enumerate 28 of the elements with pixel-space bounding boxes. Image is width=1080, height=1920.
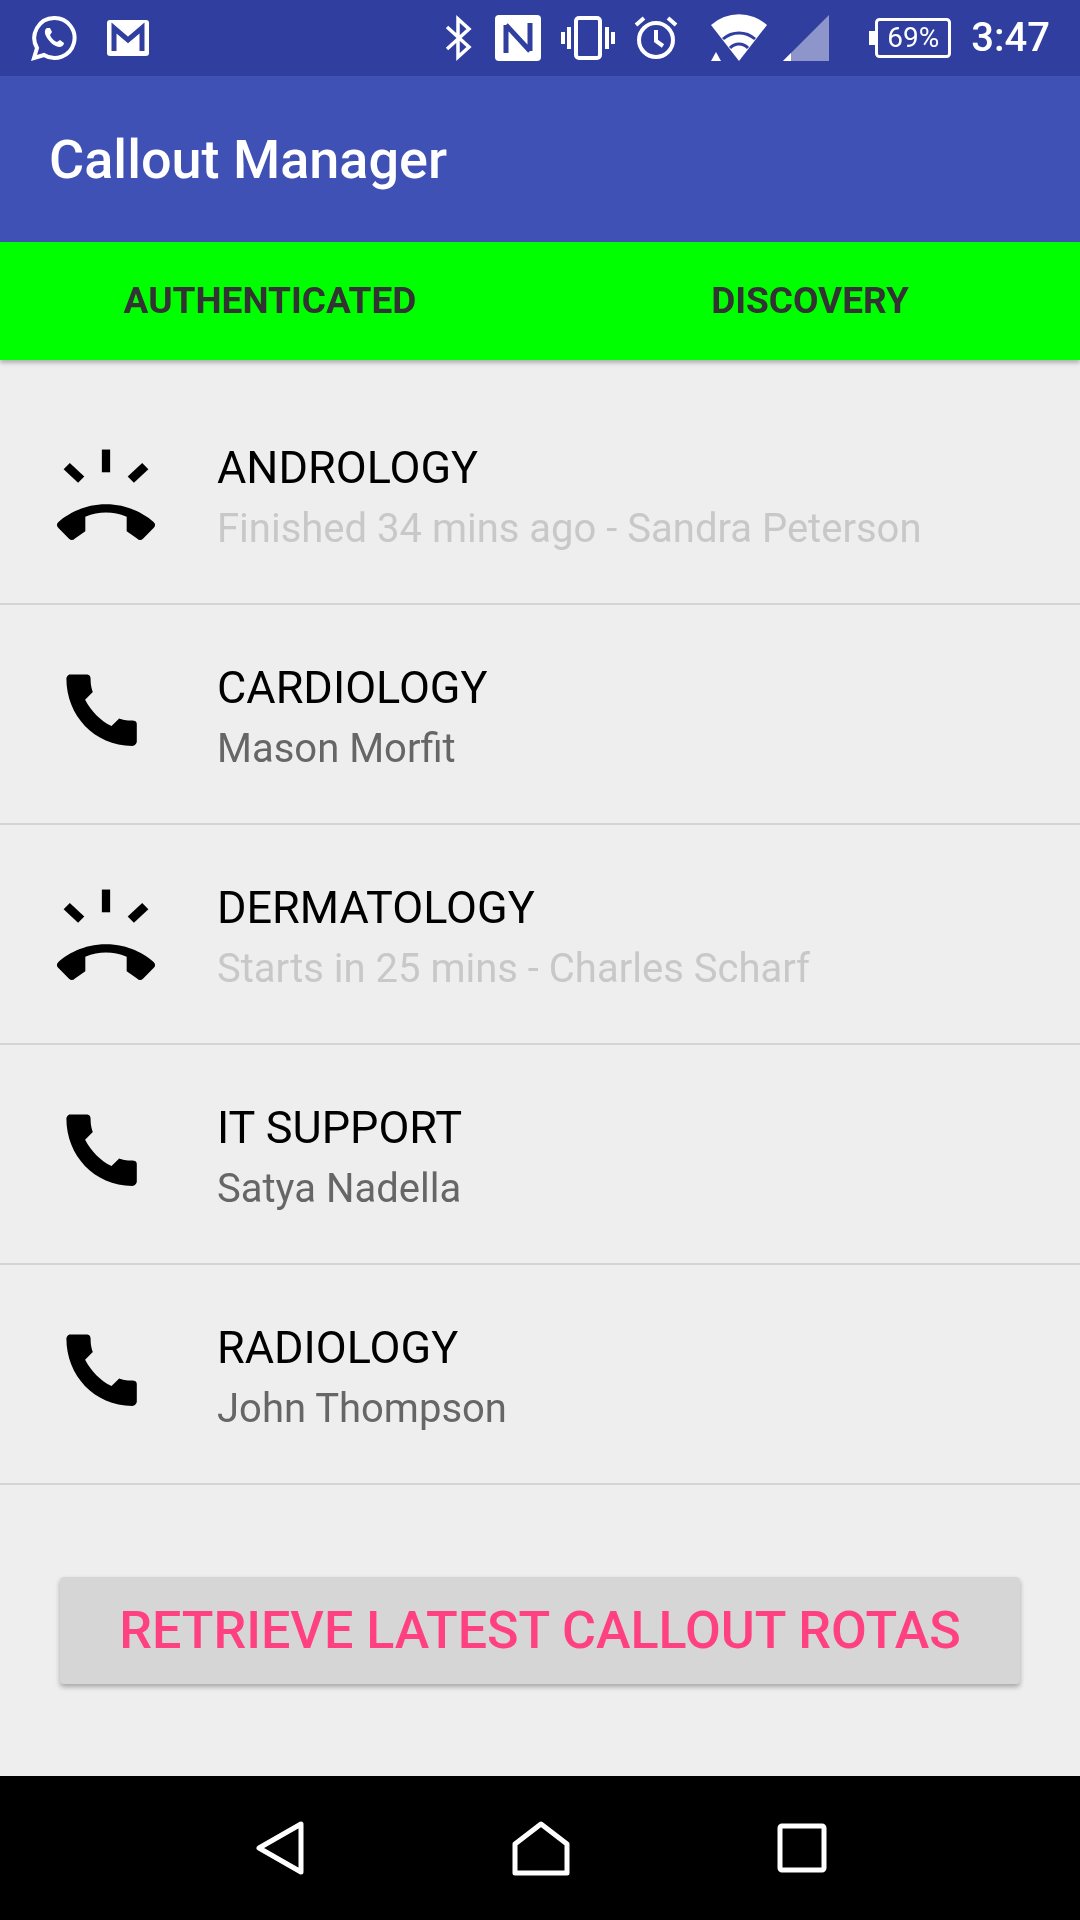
- recent-apps-icon[interactable]: [777, 1823, 827, 1873]
- back-icon[interactable]: [253, 1820, 305, 1876]
- department-name: ANDROLOGY: [217, 439, 480, 496]
- battery-percentage: 69%: [887, 24, 940, 52]
- department-name: DERMATOLOGY: [217, 879, 536, 936]
- clock-time: 3:47: [971, 13, 1050, 63]
- tab[interactable]: AUTHENTICATED: [123, 273, 417, 329]
- department-name: IT SUPPORT: [217, 1099, 463, 1156]
- callout-row[interactable]: RADIOLOGY John Thompson: [0, 1265, 1080, 1485]
- home-icon[interactable]: [511, 1820, 571, 1876]
- department-name: RADIOLOGY: [217, 1319, 460, 1376]
- department-name: CARDIOLOGY: [217, 659, 488, 716]
- mail-icon: [106, 18, 150, 58]
- callout-detail: John Thompson: [217, 1384, 507, 1435]
- bluetooth-icon: [443, 15, 474, 61]
- nfc-icon: [495, 15, 542, 61]
- callout-detail: Satya Nadella: [217, 1164, 463, 1215]
- alarm-clock-icon: [633, 15, 680, 61]
- chat-bubble-icon: [30, 14, 78, 62]
- callout-detail: Mason Morfit: [217, 724, 457, 775]
- signal-icon: [783, 15, 830, 61]
- tab[interactable]: DISCOVERY: [711, 273, 909, 329]
- app-title: Callout Manager: [49, 126, 448, 193]
- wifi-icon: [709, 13, 770, 63]
- battery-icon: [869, 18, 952, 58]
- callout-row[interactable]: IT SUPPORT Satya Nadella: [0, 1045, 1080, 1265]
- callout-row[interactable]: CARDIOLOGY Mason Morfit: [0, 605, 1080, 825]
- vibrate-icon: [561, 15, 616, 61]
